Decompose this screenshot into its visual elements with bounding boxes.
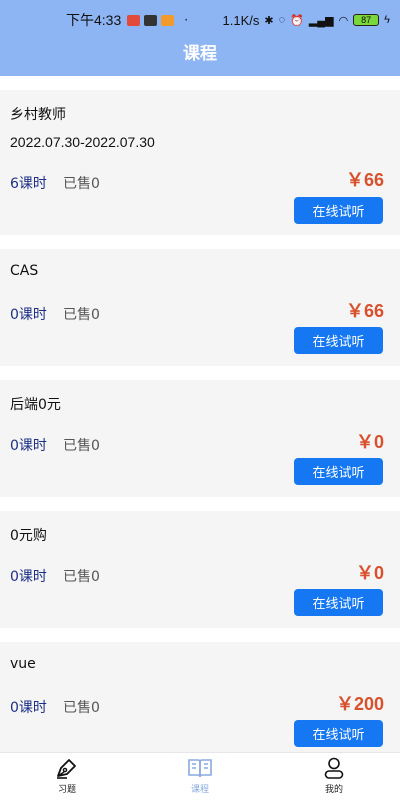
trial-button[interactable]: 在线试听	[294, 720, 383, 747]
trial-button[interactable]: 在线试听	[294, 589, 383, 616]
user-icon	[324, 757, 344, 779]
mute-icon: ◌	[278, 14, 286, 26]
status-dot: ·	[184, 13, 189, 27]
trial-button[interactable]: 在线试听	[294, 197, 383, 224]
course-price: ￥0	[355, 563, 384, 583]
course-sold: 已售0	[63, 176, 100, 192]
pen-icon	[57, 759, 76, 779]
course-name: 0元购	[10, 528, 47, 544]
course-lessons: 0课时	[10, 700, 47, 716]
course-sold: 已售0	[63, 569, 100, 585]
course-card[interactable]: 乡村教师 2022.07.30-2022.07.30 6课时 已售0 ￥66 在…	[0, 90, 400, 235]
tab-label: 习题	[57, 785, 76, 795]
alarm-icon: ⏰	[290, 14, 304, 27]
course-card[interactable]: 后端0元 0课时 已售0 ￥0 在线试听	[0, 380, 400, 497]
course-sold: 已售0	[63, 700, 100, 716]
course-name: 乡村教师	[10, 107, 66, 123]
course-lessons: 6课时	[10, 176, 47, 192]
app-header: 课程	[0, 40, 400, 76]
charging-icon: ϟ	[384, 14, 390, 26]
app-notification-icon	[127, 14, 141, 26]
course-list[interactable]: 乡村教师 2022.07.30-2022.07.30 6课时 已售0 ￥66 在…	[0, 76, 400, 752]
app-k-icon	[144, 14, 158, 26]
battery-icon: 87	[353, 14, 380, 26]
course-card[interactable]: CAS 0课时 已售0 ￥66 在线试听	[0, 249, 400, 366]
trial-button[interactable]: 在线试听	[294, 458, 383, 485]
course-lessons: 0课时	[10, 569, 47, 585]
network-speed: 1.1K/s	[222, 12, 260, 28]
course-price: ￥66	[345, 170, 384, 190]
tab-label: 课程	[190, 785, 209, 795]
course-date: 2022.07.30-2022.07.30	[10, 134, 155, 150]
tab-label: 我的	[324, 785, 343, 795]
course-lessons: 0课时	[10, 438, 47, 454]
tab-courses[interactable]: 课程	[160, 757, 240, 800]
course-price: ￥66	[345, 301, 384, 321]
course-card[interactable]: 0元购 0课时 已售0 ￥0 在线试听	[0, 511, 400, 628]
course-lessons: 0课时	[10, 307, 47, 323]
wifi-icon: ◠	[338, 14, 349, 27]
status-bar: 下午4:33 · 1.1K/s ✱ ◌ ⏰ ▂▄▆ ◠ 87 ϟ	[0, 0, 400, 40]
signal-icon: ▂▄▆	[308, 14, 334, 27]
course-card[interactable]: vue 0课时 已售0 ￥200 在线试听	[0, 642, 400, 752]
course-name: 后端0元	[10, 397, 61, 413]
course-sold: 已售0	[63, 438, 100, 454]
status-right: 1.1K/s ✱ ◌ ⏰ ▂▄▆ ◠ 87 ϟ	[223, 13, 390, 28]
page-title: 课程	[183, 44, 217, 64]
course-name: vue	[10, 656, 36, 672]
bottom-tab-bar: 习题 课程 我的	[0, 752, 400, 800]
bluetooth-icon: ✱	[264, 14, 274, 27]
book-icon	[188, 759, 212, 778]
tab-profile[interactable]: 我的	[294, 757, 374, 800]
course-price: ￥200	[335, 694, 384, 714]
course-price: ￥0	[355, 432, 384, 452]
status-time: 下午4:33	[66, 12, 122, 28]
course-name: CAS	[10, 263, 39, 279]
app-orange-icon	[161, 14, 175, 26]
tab-exercises[interactable]: 习题	[27, 757, 107, 800]
trial-button[interactable]: 在线试听	[294, 327, 383, 354]
course-sold: 已售0	[63, 307, 100, 323]
